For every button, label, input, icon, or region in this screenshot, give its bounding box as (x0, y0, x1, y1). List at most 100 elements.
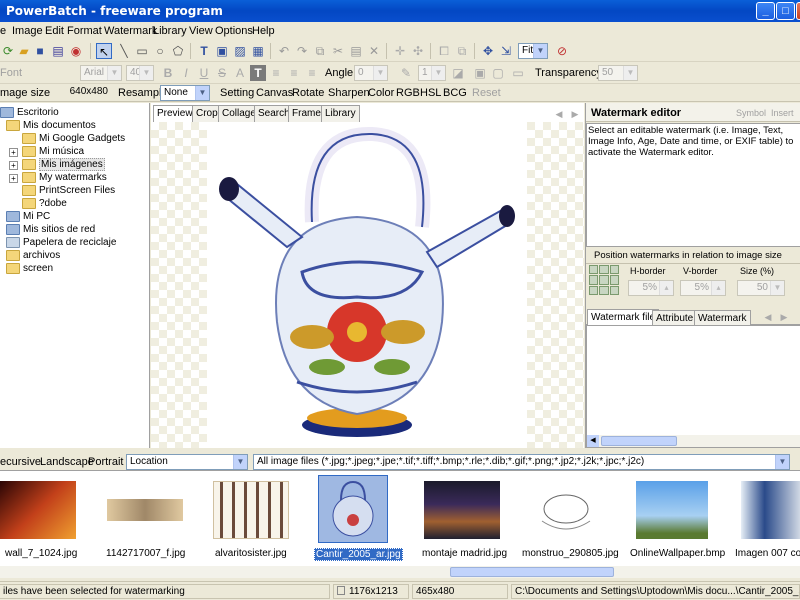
resample-select[interactable]: None ▼ (160, 85, 210, 101)
file-type-filter-select[interactable]: All image files (*.jpg;*.jpeg;*.jpe;*.ti… (253, 454, 790, 470)
scrollbar-thumb[interactable] (450, 567, 614, 577)
menu-options[interactable]: Options (215, 25, 253, 37)
group-icon[interactable]: ⧠ (436, 43, 452, 59)
menu-library[interactable]: Library (153, 25, 187, 37)
tree-item-mis-documentos[interactable]: Mis documentos (6, 120, 96, 131)
text-tool-icon[interactable]: T (196, 43, 212, 59)
thumbnail-label[interactable]: Imagen 007 copia (735, 548, 800, 559)
align-center-icon[interactable]: ≡ (286, 65, 302, 81)
tree-item-mi-musica[interactable]: Mi música (22, 146, 84, 157)
tab-frame[interactable]: Frame (288, 105, 325, 122)
border-icon[interactable]: ▢ (490, 65, 506, 81)
ungroup-icon[interactable]: ⧉ (454, 43, 470, 59)
cut-icon[interactable]: ✂ (330, 43, 346, 59)
tree-item-google-gadgets[interactable]: Mi Google Gadgets (22, 133, 125, 144)
maximize-button[interactable]: □ (776, 2, 795, 20)
print-icon[interactable]: ▤ (50, 43, 66, 59)
insert-button[interactable]: Insert (771, 108, 794, 118)
landscape-toggle[interactable]: Landscape (40, 456, 94, 468)
tree-item-my-watermarks[interactable]: My watermarks (22, 172, 107, 183)
tab-scroll-left-icon[interactable]: ◀ (760, 309, 776, 325)
canvas-button[interactable]: Canvas (256, 87, 293, 99)
pen-icon[interactable]: ✎ (398, 65, 414, 81)
line-width-select[interactable]: 1 ▼ (418, 65, 446, 81)
rectangle-icon[interactable]: ▭ (134, 43, 150, 59)
setting-button[interactable]: Setting (220, 87, 254, 99)
copy-icon[interactable]: ⧉ (312, 43, 328, 59)
thumbnail-label[interactable]: monstruo_290805.jpg (522, 548, 619, 559)
move-icon[interactable]: ✥ (480, 43, 496, 59)
rotate-button[interactable]: Rotate (292, 87, 324, 99)
thumbnail-label[interactable]: 1142717007_f.jpg (106, 548, 185, 559)
watermark-icon[interactable]: ◉ (68, 43, 84, 59)
font-select[interactable]: Arial ▼ (80, 65, 122, 81)
tab-watermark[interactable]: Watermark (694, 310, 751, 325)
thumbnail-label[interactable]: wall_7_1024.jpg (5, 548, 77, 559)
symbol-button[interactable]: Symbol (736, 108, 766, 118)
redo-icon[interactable]: ↷ (294, 43, 310, 59)
select-pointer-icon[interactable]: ↖ (96, 43, 112, 59)
portrait-toggle[interactable]: Portrait (88, 456, 123, 468)
frame-icon[interactable]: ▭ (510, 65, 526, 81)
align-right-icon[interactable]: ≡ (304, 65, 320, 81)
fill-icon[interactable]: ◪ (450, 65, 466, 81)
thumbnail-image[interactable] (636, 481, 708, 539)
thumbnail-label[interactable]: OnlineWallpaper.bmp (630, 548, 725, 559)
thumbnail-image-selected[interactable] (318, 475, 388, 543)
preview-image[interactable] (207, 122, 527, 448)
refresh-icon[interactable]: ⟳ (0, 43, 16, 59)
reset-button[interactable]: Reset (472, 87, 501, 99)
expand-icon[interactable]: + (9, 174, 18, 183)
thumbnail-image[interactable] (0, 481, 76, 539)
menu-edit[interactable]: Edit (45, 25, 64, 37)
italic-button[interactable]: I (178, 65, 194, 81)
align-icon[interactable]: ✛ (392, 43, 408, 59)
rgb-button[interactable]: RGB (396, 87, 420, 99)
polygon-icon[interactable]: ⬠ (170, 43, 186, 59)
image-insert-icon[interactable]: ▨ (232, 43, 248, 59)
shadow-icon[interactable]: ▣ (472, 65, 488, 81)
undo-icon[interactable]: ↶ (276, 43, 292, 59)
open-folder-icon[interactable]: ▰ (16, 43, 32, 59)
align-left-icon[interactable]: ≡ (268, 65, 284, 81)
ellipse-icon[interactable]: ○ (152, 43, 168, 59)
font-color-icon[interactable]: A (232, 65, 248, 81)
font-size-select[interactable]: 40 ▼ (126, 65, 154, 81)
expand-icon[interactable]: + (9, 161, 18, 170)
stop-icon[interactable]: ⊘ (554, 43, 570, 59)
underline-button[interactable]: U (196, 65, 212, 81)
thumbnail-image[interactable] (213, 481, 289, 539)
size-select[interactable]: 50 ▼ (737, 280, 785, 296)
menu-help[interactable]: Help (252, 25, 275, 37)
menu-watermark[interactable]: Watermark (104, 25, 157, 37)
tree-item-sitios-de-red[interactable]: Mis sitios de red (6, 224, 95, 235)
tab-attribute[interactable]: Attribute (652, 310, 698, 325)
sharpen-button[interactable]: Sharpen (328, 87, 370, 99)
image-size-select[interactable]: 640x480 (60, 85, 112, 101)
tree-item-screen[interactable]: screen (6, 263, 53, 274)
save-icon[interactable]: ■ (32, 43, 48, 59)
tab-watermark-file[interactable]: Watermark file (587, 309, 660, 325)
expand-icon[interactable]: + (9, 148, 18, 157)
tab-preview[interactable]: Preview (153, 105, 197, 123)
tree-item-mis-imagenes[interactable]: Mis imágenes (22, 158, 105, 172)
color-button[interactable]: Color (368, 87, 394, 99)
exif-table-icon[interactable]: ▦ (250, 43, 266, 59)
tree-item-mi-pc[interactable]: Mi PC (6, 211, 50, 222)
thumbnail-image[interactable] (741, 481, 800, 539)
tree-item-archivos[interactable]: archivos (6, 250, 60, 261)
menu-format[interactable]: Format (67, 25, 102, 37)
close-button[interactable] (796, 2, 800, 20)
paste-icon[interactable]: ▤ (348, 43, 364, 59)
thumbnail-label[interactable]: alvaritosister.jpg (215, 548, 287, 559)
position-grid[interactable] (589, 265, 619, 295)
tree-item-papelera[interactable]: Papelera de reciclaje (6, 237, 116, 248)
zoom-select[interactable]: Fit ▼ (518, 43, 548, 59)
menu-file[interactable]: e (0, 25, 6, 37)
thumbnail-label[interactable]: montaje madrid.jpg (422, 548, 507, 559)
tree-item-escritorio[interactable]: Escritorio (0, 107, 59, 118)
line-icon[interactable]: ╲ (116, 43, 132, 59)
strike-button[interactable]: S (214, 65, 230, 81)
scrollbar-thumb[interactable] (601, 436, 677, 446)
bcg-button[interactable]: BCG (443, 87, 467, 99)
